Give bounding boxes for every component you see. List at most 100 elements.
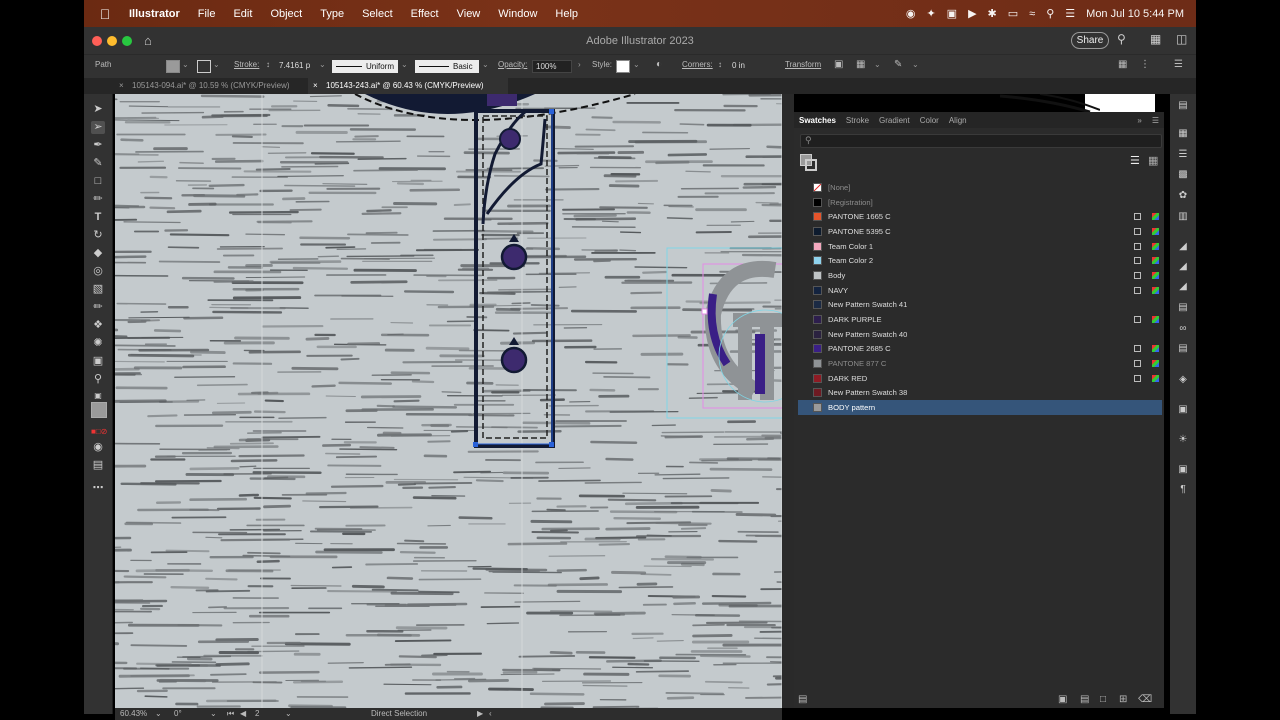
stroke-weight-dropdown-icon[interactable]: ⌄ [319,60,326,69]
menu-type[interactable]: Type [311,8,353,20]
artboard-number[interactable]: 2 [255,709,259,718]
layers-icon[interactable]: ◈ [1176,374,1190,386]
show-kinds-icon[interactable]: ▣ [1058,694,1067,705]
menu-clock[interactable]: Mon Jul 10 5:44 PM [1086,8,1184,20]
menu-window[interactable]: Window [489,8,546,20]
image-trace-icon[interactable]: ▤ [1176,343,1190,355]
artboard-tool-icon[interactable]: ▣ [91,355,105,368]
apple-menu-icon[interactable]:  [90,6,120,22]
swatch-row[interactable]: New Pattern Swatch 41 [798,298,1162,313]
graphic-style-swatch[interactable] [616,60,630,73]
gradient-panel-icon[interactable]: ▩ [1176,169,1190,181]
symbol-sprayer-icon[interactable]: ✺ [91,337,105,350]
rotation-value[interactable]: 0° [174,709,182,718]
share-button[interactable]: Share [1071,32,1109,49]
recolor-artwork-icon[interactable]: ◐ [656,59,662,70]
menu-object[interactable]: Object [261,8,311,20]
control-bar-menu-icon[interactable]: ☰ [1174,59,1183,70]
color-mode-icons[interactable]: ■□⊘ [91,425,107,438]
minimize-window-button[interactable] [107,35,117,46]
doc-tab-inactive[interactable]: × 105143-094.ai* @ 10.59 % (CMYK/Preview… [114,78,304,94]
stroke-swatch-dropdown-icon[interactable]: ⌄ [213,60,220,69]
wifi-icon[interactable]: ≈ [1029,8,1035,20]
menu-effect[interactable]: Effect [402,8,448,20]
links-icon[interactable]: ∞ [1176,323,1190,335]
opacity-dropdown-icon[interactable]: › [578,60,581,69]
menu-view[interactable]: View [448,8,490,20]
isolate-dropdown-icon[interactable]: ⌄ [912,60,919,69]
transform-button[interactable]: Transform [785,60,821,69]
corners-stepper-icon[interactable]: ↕ [718,60,722,69]
zoom-dropdown-icon[interactable]: ⌄ [155,709,162,718]
stroke-weight-field[interactable]: 7.4161 p [276,60,322,73]
default-fill-stroke-icon[interactable]: ▣ [91,389,105,402]
artboard-canvas[interactable] [115,94,782,708]
tab-stroke[interactable]: Stroke [841,116,874,125]
rotate-tool-icon[interactable]: ↻ [91,229,105,242]
stroke-label[interactable]: Stroke: [234,60,259,69]
panel-options-icon[interactable]: ⋮ [1140,59,1150,70]
collapse-panel-icon[interactable]: » [1132,116,1146,125]
screen-record-icon[interactable]: ▣ [947,7,957,20]
stroke-stepper-icon[interactable]: ↕ [266,60,270,69]
eyedropper-tool-icon[interactable]: ✏ [91,301,105,314]
new-color-group-icon[interactable]: □ [1100,694,1106,705]
swatch-search-input[interactable]: ⚲ [800,134,1162,148]
new-swatch-icon[interactable]: ⊞ [1119,694,1127,705]
screen-mode-icon[interactable]: ▤ [91,459,105,472]
direct-selection-tool-icon[interactable]: ➢ [91,121,105,134]
stroke-indicator[interactable] [805,159,817,171]
play-icon[interactable]: ▶ [968,7,976,20]
list-view-icon[interactable]: ☰ [1130,154,1140,167]
align-panel-icon[interactable]: ▥ [1176,211,1190,223]
swatch-row[interactable]: Team Color 1 [798,239,1162,254]
swatch-row[interactable]: NAVY [798,283,1162,298]
appearance-icon[interactable]: ☀ [1176,434,1190,446]
workspace-switcher-icon[interactable]: ◫ [1176,32,1187,46]
style-dropdown-icon[interactable]: ⌄ [633,60,640,69]
delete-swatch-icon[interactable]: ⌫ [1138,694,1152,705]
artboards-icon[interactable]: ▣ [1176,404,1190,416]
tab-color[interactable]: Color [915,116,944,125]
curvature-tool-icon[interactable]: ✎ [91,157,105,170]
corners-field[interactable]: 0 in [729,60,773,73]
swatch-row[interactable]: DARK RED [798,371,1162,386]
opacity-field[interactable]: 100% [532,60,572,73]
control-center-icon[interactable]: ☰ [1065,7,1075,20]
fill-color-box[interactable] [91,402,107,418]
arrange-documents-icon[interactable]: ▦ [1150,32,1161,46]
warp-tool-icon[interactable]: ◎ [91,265,105,278]
edit-toolbar-icon[interactable]: ⋯ [91,482,105,495]
home-icon[interactable]: ⌂ [144,33,152,48]
align-dropdown-icon[interactable]: ⌄ [874,60,881,69]
transform-panel-icon[interactable]: ▣ [1176,464,1190,476]
pen-tool-icon[interactable]: ✒ [91,139,105,152]
close-tab-icon[interactable]: × [313,78,318,94]
menu-edit[interactable]: Edit [224,8,261,20]
search-icon[interactable]: ⚲ [1117,32,1126,46]
menu-help[interactable]: Help [546,8,587,20]
shirt-layout-icon[interactable]: ◢ [1176,281,1190,293]
eraser-tool-icon[interactable]: ◆ [91,247,105,260]
battery-icon[interactable]: ▭ [1008,7,1018,20]
align-to-icon[interactable]: ▣ [834,59,843,70]
shirt-template-icon[interactable]: ◢ [1176,241,1190,253]
thumbnail-view-icon[interactable]: ▦ [1148,154,1158,167]
sync-icon[interactable]: ✦ [926,7,935,20]
tab-gradient[interactable]: Gradient [874,116,915,125]
previous-artboard-icon[interactable]: ◀ [240,709,246,718]
zoom-tool-icon[interactable]: ⚲ [91,373,105,386]
menu-file[interactable]: File [189,8,225,20]
tab-swatches[interactable]: Swatches [794,116,841,125]
swatch-row[interactable]: PANTONE 877 C [798,356,1162,371]
swatch-row[interactable]: New Pattern Swatch 40 [798,327,1162,342]
brush-dropdown-icon[interactable]: ⌄ [482,60,489,69]
swatch-options-icon[interactable]: ▤ [1080,694,1089,705]
fill-swatch[interactable] [166,60,180,73]
swatch-row[interactable]: PANTONE 5395 C [798,224,1162,239]
libraries-icon[interactable]: ▤ [1176,302,1190,314]
tab-align[interactable]: Align [944,116,972,125]
layers-panel-icon[interactable]: ▦ [1176,128,1190,140]
swatch-libraries-icon[interactable]: ▤ [798,694,807,705]
opacity-label[interactable]: Opacity: [498,60,527,69]
